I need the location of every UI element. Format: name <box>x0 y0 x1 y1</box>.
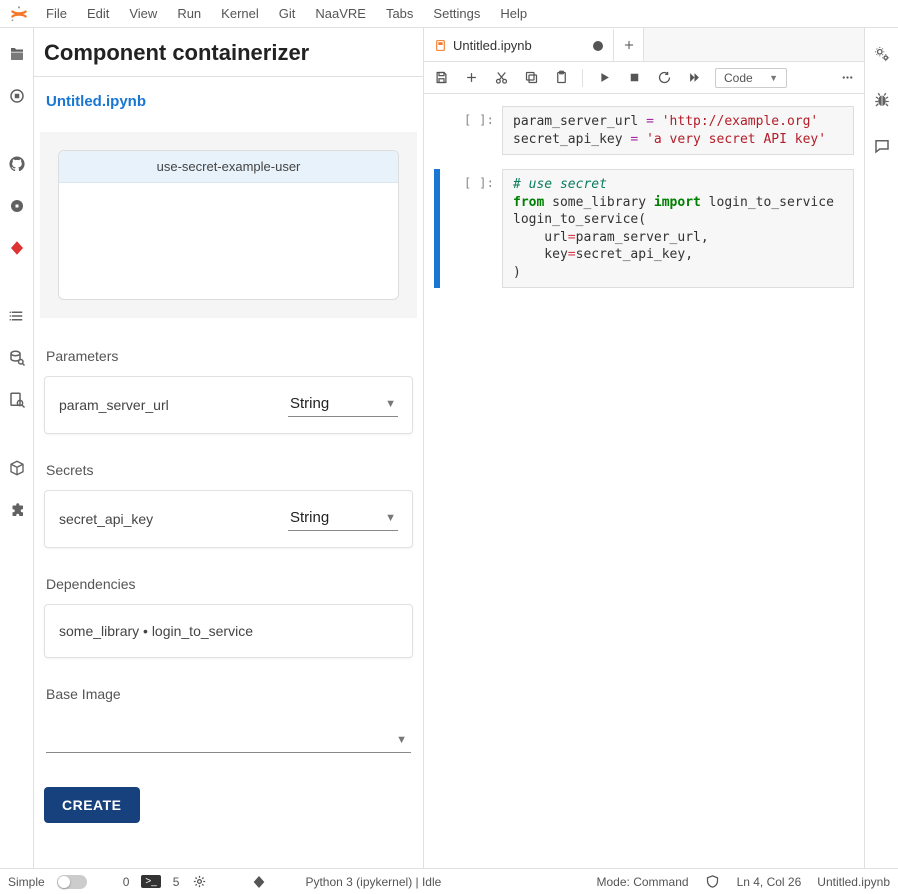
baseimage-label: Base Image <box>46 686 411 702</box>
copy-icon[interactable] <box>522 69 540 87</box>
secret-type-select[interactable]: String ▼ <box>288 507 398 531</box>
parameter-name: param_server_url <box>59 397 169 413</box>
notebook-toolbar: Code ▼ <box>424 62 864 94</box>
menu-item-run[interactable]: Run <box>167 2 211 25</box>
run-icon[interactable] <box>595 69 613 87</box>
search-db-icon[interactable] <box>7 348 27 368</box>
menu-item-git[interactable]: Git <box>269 2 306 25</box>
secret-type-value: String <box>290 509 329 526</box>
menu-item-kernel[interactable]: Kernel <box>211 2 269 25</box>
simple-label: Simple <box>8 875 45 889</box>
cell-type-value: Code <box>724 71 753 85</box>
terminal-icon[interactable]: >_ <box>141 875 160 888</box>
menu-item-tabs[interactable]: Tabs <box>376 2 423 25</box>
chat-icon[interactable] <box>872 136 892 156</box>
menu-item-naavre[interactable]: NaaVRE <box>305 2 376 25</box>
menu-bar: FileEditViewRunKernelGitNaaVRETabsSettin… <box>0 0 898 28</box>
parameter-type-value: String <box>290 395 329 412</box>
tab-row: Untitled.ipynb <box>424 28 864 62</box>
lncol-text[interactable]: Ln 4, Col 26 <box>737 875 802 889</box>
chevron-down-icon: ▼ <box>385 512 396 524</box>
panel-title: Component containerizer <box>34 28 423 77</box>
parameter-type-select[interactable]: String ▼ <box>288 393 398 417</box>
parameters-label: Parameters <box>46 348 411 364</box>
notebook-tab[interactable]: Untitled.ipynb <box>424 28 614 61</box>
add-tab-button[interactable] <box>614 28 644 61</box>
menu-item-view[interactable]: View <box>119 2 167 25</box>
panel-subtitle: Untitled.ipynb <box>34 77 423 114</box>
chevron-down-icon: ▼ <box>396 734 407 746</box>
create-button[interactable]: CREATE <box>44 787 140 823</box>
restart-icon[interactable] <box>655 69 673 87</box>
puzzle-icon[interactable] <box>7 500 27 520</box>
node-preview-area: use-secret-example-user <box>40 132 417 318</box>
more-icon[interactable] <box>838 69 856 87</box>
jupyter-logo <box>8 3 30 25</box>
node-card-header: use-secret-example-user <box>59 151 398 183</box>
baseimage-select[interactable]: ▼ <box>46 720 411 753</box>
cell-code[interactable]: # use secret from some_library import lo… <box>502 169 854 288</box>
side-panel: Component containerizer Untitled.ipynb u… <box>34 28 424 868</box>
cell-code[interactable]: param_server_url = 'http://example.org' … <box>502 106 854 155</box>
menu-item-help[interactable]: Help <box>490 2 537 25</box>
cell-prompt: [ ]: <box>442 106 502 155</box>
kernel-sessions-icon[interactable] <box>191 874 207 890</box>
mode-text[interactable]: Mode: Command <box>597 875 689 889</box>
folder-icon[interactable] <box>7 44 27 64</box>
save-icon[interactable] <box>432 69 450 87</box>
kernel-status-text[interactable]: Python 3 (ipykernel) | Idle <box>305 875 441 889</box>
notebook-file-icon <box>434 39 447 52</box>
dependencies-text: some_library • login_to_service <box>59 623 253 639</box>
paste-icon[interactable] <box>552 69 570 87</box>
status-bar: Simple 0 >_ 5 Python 3 (ipykernel) | Idl… <box>0 868 898 894</box>
running-icon[interactable] <box>7 86 27 106</box>
cut-icon[interactable] <box>492 69 510 87</box>
dependencies-label: Dependencies <box>46 576 411 592</box>
activity-bar <box>0 28 34 868</box>
cell-type-select[interactable]: Code ▼ <box>715 68 787 88</box>
file-text[interactable]: Untitled.ipynb <box>817 875 890 889</box>
trust-icon[interactable] <box>705 874 721 890</box>
dirty-indicator-icon <box>593 41 603 51</box>
chevron-down-icon: ▼ <box>385 398 396 410</box>
run-all-icon[interactable] <box>685 69 703 87</box>
dependencies-row: some_library • login_to_service <box>44 604 413 658</box>
circle-stop-icon[interactable] <box>7 196 27 216</box>
right-sidebar <box>864 28 898 868</box>
parameter-row: param_server_url String ▼ <box>44 376 413 434</box>
secret-row: secret_api_key String ▼ <box>44 490 413 548</box>
menu-item-file[interactable]: File <box>36 2 77 25</box>
notebook-body[interactable]: [ ]:param_server_url = 'http://example.o… <box>424 94 864 868</box>
git-branch-icon[interactable] <box>251 874 267 890</box>
terminal-count[interactable]: 0 <box>123 875 130 889</box>
add-cell-icon[interactable] <box>462 69 480 87</box>
menu-item-settings[interactable]: Settings <box>423 2 490 25</box>
cube-icon[interactable] <box>7 458 27 478</box>
menu-item-edit[interactable]: Edit <box>77 2 119 25</box>
cell-prompt: [ ]: <box>442 169 502 288</box>
code-cell[interactable]: [ ]:# use secret from some_library impor… <box>434 169 854 288</box>
stop-icon[interactable] <box>625 69 643 87</box>
notebook-area: Untitled.ipynb Code <box>424 28 864 868</box>
bug-icon[interactable] <box>872 90 892 110</box>
tab-label: Untitled.ipynb <box>453 38 587 53</box>
diamond-icon[interactable] <box>7 238 27 258</box>
simple-toggle[interactable] <box>57 875 87 889</box>
kernel-count[interactable]: 5 <box>173 875 180 889</box>
gears-icon[interactable] <box>872 44 892 64</box>
secrets-label: Secrets <box>46 462 411 478</box>
chevron-down-icon: ▼ <box>769 73 778 83</box>
search-doc-icon[interactable] <box>7 390 27 410</box>
code-cell[interactable]: [ ]:param_server_url = 'http://example.o… <box>434 106 854 155</box>
toc-icon[interactable] <box>7 306 27 326</box>
github-icon[interactable] <box>7 154 27 174</box>
node-card: use-secret-example-user <box>58 150 399 300</box>
secret-name: secret_api_key <box>59 511 153 527</box>
